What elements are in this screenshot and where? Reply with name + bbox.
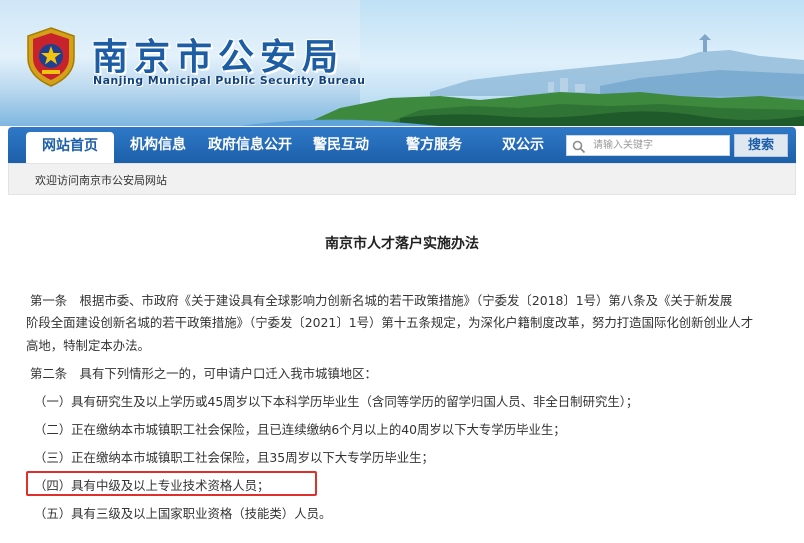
search-box xyxy=(566,135,730,156)
site-title: 南京市公安局 xyxy=(92,36,345,78)
site-subtitle: Nanjing Municipal Public Security Bureau xyxy=(93,74,366,87)
list-item-1: （一）具有研究生及以上学历或45周岁以下本科学历毕业生（含同等学历的留学归国人员… xyxy=(34,394,639,409)
paragraph1-line1: 第一条 根据市委、市政府《关于建设具有全球影响力创新名城的若干政策措施》（宁委发… xyxy=(30,293,733,308)
nav-double-publicity[interactable]: 双公示 xyxy=(492,127,554,163)
paragraph1-line2: 阶段全面建设创新名城的若干政策措施》（宁委发〔2021〕1号）第十五条规定，为深… xyxy=(26,315,754,330)
article-title: 南京市人才落户实施办法 xyxy=(325,236,479,252)
nav-org-info[interactable]: 机构信息 xyxy=(122,127,194,163)
list-item-5: （五）具有三级及以上国家职业资格（技能类）人员。 xyxy=(34,506,332,521)
site-banner: 南京市公安局 Nanjing Municipal Public Security… xyxy=(0,0,804,126)
search-input[interactable] xyxy=(593,137,725,154)
welcome-text: 欢迎访问南京市公安局网站 xyxy=(35,174,167,187)
paragraph2: 第二条 具有下列情形之一的，可申请户口迁入我市城镇地区： xyxy=(30,366,377,381)
police-emblem-icon xyxy=(22,26,80,88)
search-button[interactable]: 搜索 xyxy=(734,134,788,157)
welcome-bar: 欢迎访问南京市公安局网站 xyxy=(8,163,796,195)
search-icon xyxy=(572,139,586,154)
list-item-3: （三）正在缴纳本市城镇职工社会保险，且35周岁以下大专学历毕业生； xyxy=(34,450,434,465)
nav-gov-info[interactable]: 政府信息公开 xyxy=(202,127,298,163)
nav-interaction[interactable]: 警民互动 xyxy=(306,127,376,163)
list-item-2: （二）正在缴纳本市城镇职工社会保险，且已连续缴纳6个月以上的40周岁以下大专学历… xyxy=(34,422,566,437)
nav-home[interactable]: 网站首页 xyxy=(26,132,114,163)
paragraph1-line3: 高地，特制定本办法。 xyxy=(26,338,150,353)
nav-police-services[interactable]: 警方服务 xyxy=(396,127,472,163)
highlight-box xyxy=(26,471,317,496)
